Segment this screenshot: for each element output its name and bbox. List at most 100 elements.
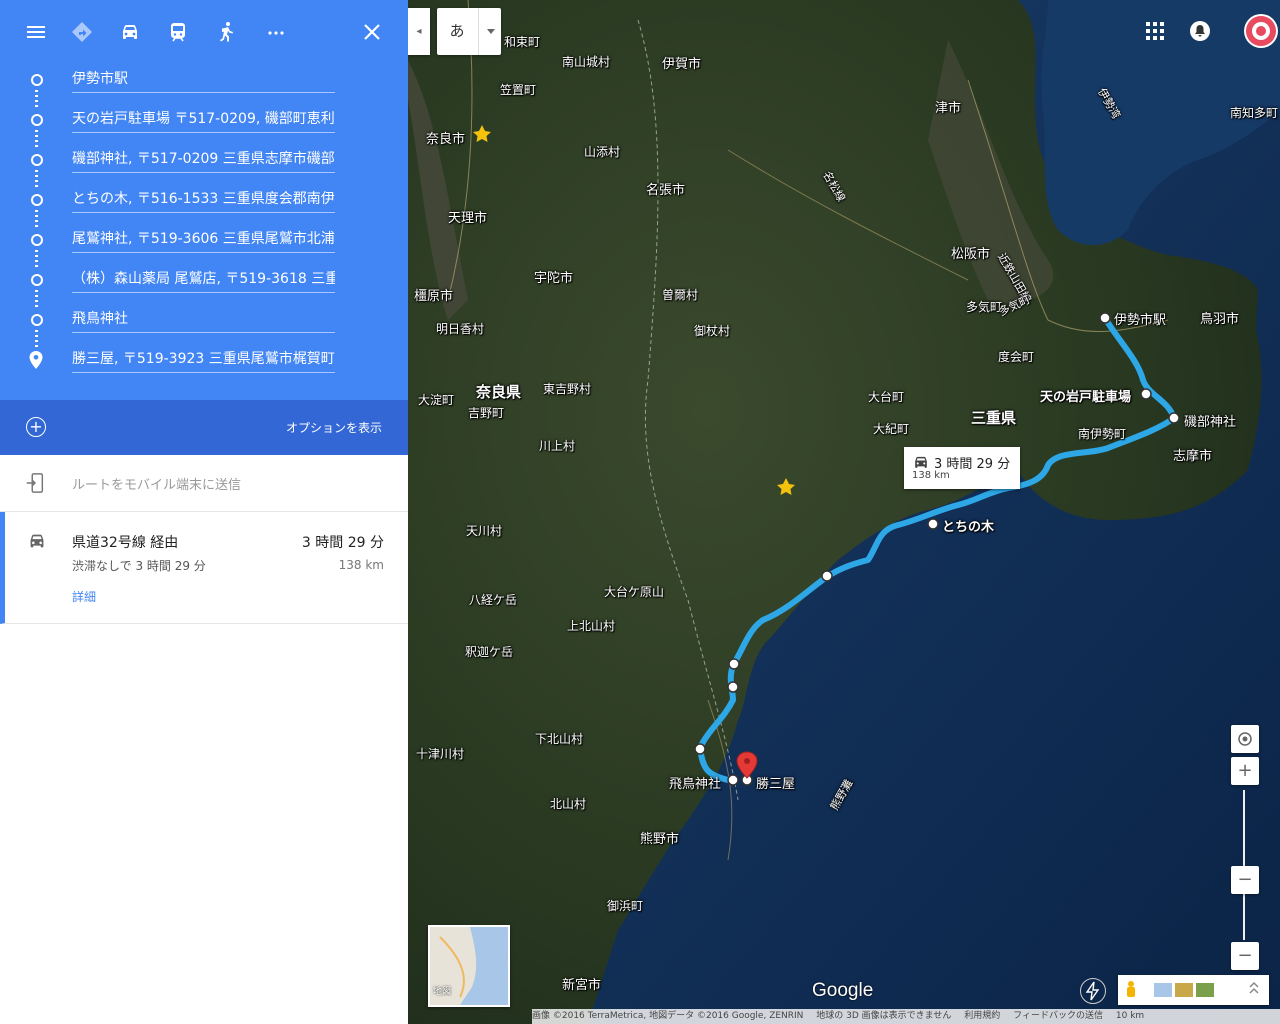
- stop-circle-icon: [31, 74, 43, 86]
- place-label: 天川村: [466, 524, 503, 538]
- place-label: 上北山村: [567, 619, 616, 633]
- pegman-icon: [1127, 981, 1135, 997]
- place-label: 志摩市: [1173, 449, 1213, 464]
- place-label: 新宮市: [562, 978, 602, 993]
- menu-icon[interactable]: [18, 14, 54, 50]
- stop-input[interactable]: 尾鷲神社, 〒519-3606 三重県尾鷲市北浦町: [72, 228, 335, 253]
- lightning-icon[interactable]: [1080, 978, 1106, 1004]
- chevron-down-icon[interactable]: [478, 8, 502, 55]
- route-traffic: 渋滞なしで 3 時間 29 分: [72, 559, 206, 573]
- satellite-imagery: [408, 0, 1280, 1024]
- stop-4[interactable]: とちの木, 〒516-1533 三重県度会郡南伊勢町: [0, 180, 408, 220]
- feedback-link[interactable]: フィードバックの送信: [1013, 1011, 1103, 1021]
- stop-circle-icon: [31, 154, 43, 166]
- avatar[interactable]: [1244, 14, 1278, 48]
- walk-icon[interactable]: [209, 14, 245, 50]
- stop-7[interactable]: 飛鳥神社: [0, 300, 408, 340]
- directions-header: 伊勢市駅 天の岩戸駐車場 〒517-0209, 磯部町恵利原 磯部神社, 〒51…: [0, 0, 408, 400]
- place-label: 松阪市: [951, 247, 991, 262]
- stop-origin[interactable]: 伊勢市駅: [0, 60, 408, 100]
- place-label: 大台町: [868, 390, 905, 404]
- route-info-box[interactable]: 3 時間 29 分 138 km: [904, 447, 1020, 489]
- stop-input[interactable]: 飛鳥神社: [72, 308, 335, 333]
- stop-input[interactable]: 勝三屋, 〒519-3923 三重県尾鷲市梶賀町: [72, 348, 335, 373]
- stop-5[interactable]: 尾鷲神社, 〒519-3606 三重県尾鷲市北浦町: [0, 220, 408, 260]
- place-label: 南山城村: [562, 55, 611, 69]
- place-label: 伊賀市: [662, 57, 702, 72]
- place-label: 南知多町: [1230, 106, 1279, 120]
- place-label: 南伊勢町: [1078, 427, 1127, 441]
- car-icon[interactable]: [112, 14, 148, 50]
- directions-panel: 伊勢市駅 天の岩戸駐車場 〒517-0209, 磯部町恵利原 磯部神社, 〒51…: [0, 0, 408, 1024]
- place-label: 大淀町: [418, 393, 455, 407]
- stop-circle-icon: [31, 314, 43, 326]
- notifications-icon[interactable]: [1189, 20, 1211, 42]
- more-icon[interactable]: [258, 14, 294, 50]
- google-logo: Google: [812, 980, 874, 1001]
- place-label: 御杖村: [694, 324, 731, 338]
- waypoint-label: とちの木: [942, 520, 995, 535]
- info-distance: 138 km: [912, 470, 950, 481]
- route-name: 県道32号線 経由: [72, 535, 179, 551]
- waypoint-label: 磯部神社: [1184, 415, 1237, 430]
- place-label: 曽爾村: [662, 288, 699, 302]
- destination-pin-icon: [29, 351, 43, 369]
- stop-6[interactable]: （株）森山薬局 尾鷲店, 〒519-3618 三重県: [0, 260, 408, 300]
- ime-char: あ: [449, 22, 465, 40]
- my-location-button[interactable]: [1231, 725, 1259, 753]
- stop-input[interactable]: とちの木, 〒516-1533 三重県度会郡南伊勢町: [72, 188, 335, 213]
- stop-circle-icon: [31, 234, 43, 246]
- place-label: 大台ケ原山: [604, 585, 665, 599]
- place-label: 宇陀市: [534, 271, 574, 286]
- stop-input[interactable]: 天の岩戸駐車場 〒517-0209, 磯部町恵利原: [72, 108, 335, 133]
- place-label: 天理市: [448, 211, 488, 226]
- stop-circle-icon: [31, 114, 43, 126]
- car-icon: [30, 534, 44, 548]
- place-label: 御浜町: [607, 899, 644, 913]
- stop-input[interactable]: （株）森山薬局 尾鷲店, 〒519-3618 三重県: [72, 268, 335, 293]
- zoom-in-button[interactable]: +: [1231, 757, 1259, 785]
- close-icon[interactable]: [354, 14, 390, 50]
- place-label: 北山村: [550, 797, 587, 811]
- input-method-toggle[interactable]: あ: [437, 8, 501, 55]
- place-label: 下北山村: [535, 732, 584, 746]
- place-label: 山添村: [584, 145, 621, 159]
- zoom-slider-track[interactable]: [1243, 790, 1245, 940]
- place-label: 十津川村: [416, 747, 465, 761]
- waypoint-label: 天の岩戸駐車場: [1040, 390, 1132, 405]
- route-details-link[interactable]: 詳細: [72, 588, 96, 605]
- place-label: 度会町: [998, 350, 1035, 364]
- stop-destination[interactable]: 勝三屋, 〒519-3923 三重県尾鷲市梶賀町: [0, 340, 408, 380]
- route-option[interactable]: 県道32号線 経由 3 時間 29 分 渋滞なしで 3 時間 29 分 138 …: [0, 512, 408, 624]
- map-type-label: 地図: [433, 987, 452, 997]
- zoom-out-button[interactable]: −: [1231, 942, 1259, 970]
- add-destination-icon[interactable]: +: [26, 417, 46, 437]
- map-view[interactable]: 和束町 南山城村 伊賀市 笠置町 山添村 奈良市 名張市 天理市 宇陀市 曽爾村…: [408, 0, 1280, 1024]
- stop-input[interactable]: 磯部神社, 〒517-0209 三重県志摩市磯部町: [72, 148, 335, 173]
- place-label: 橿原市: [414, 289, 454, 304]
- route-distance: 138 km: [338, 558, 384, 572]
- map-type-toggle[interactable]: 地図: [428, 925, 510, 1007]
- directions-icon[interactable]: [64, 14, 100, 50]
- collapse-panel-button[interactable]: ◂: [408, 8, 430, 55]
- place-label: 津市: [935, 101, 962, 116]
- stop-3[interactable]: 磯部神社, 〒517-0209 三重県志摩市磯部町: [0, 140, 408, 180]
- place-label: 名張市: [646, 183, 686, 198]
- layers-bar[interactable]: [1118, 975, 1269, 1005]
- place-label: 釈迦ケ岳: [465, 645, 514, 659]
- show-options-button[interactable]: オプションを表示: [286, 419, 382, 436]
- map-footer: 画像 ©2016 TerraMetrica, 地図データ ©2016 Googl…: [532, 1009, 1280, 1024]
- waypoint-label: 飛鳥神社: [669, 777, 722, 792]
- stop-circle-icon: [31, 194, 43, 206]
- terms-link[interactable]: 利用規約: [964, 1011, 1000, 1021]
- stop-2[interactable]: 天の岩戸駐車場 〒517-0209, 磯部町恵利原: [0, 100, 408, 140]
- send-to-mobile[interactable]: ルートをモバイル端末に送信: [0, 455, 408, 512]
- stop-input[interactable]: 伊勢市駅: [72, 68, 335, 93]
- place-label: 川上村: [539, 439, 576, 453]
- place-label: 吉野町: [468, 406, 505, 420]
- zoom-slider-handle[interactable]: −: [1231, 866, 1259, 894]
- send-to-device-icon: [26, 473, 44, 493]
- apps-grid-icon[interactable]: [1145, 21, 1165, 41]
- transit-icon[interactable]: [160, 14, 196, 50]
- place-label: 熊野市: [640, 832, 680, 847]
